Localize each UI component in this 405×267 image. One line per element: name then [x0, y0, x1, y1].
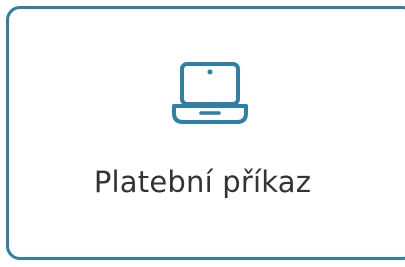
card-label: Platební příkaz: [93, 165, 312, 199]
page: Platební příkaz: [0, 0, 405, 267]
laptop-icon: [171, 58, 249, 128]
payment-order-card[interactable]: [6, 6, 405, 260]
